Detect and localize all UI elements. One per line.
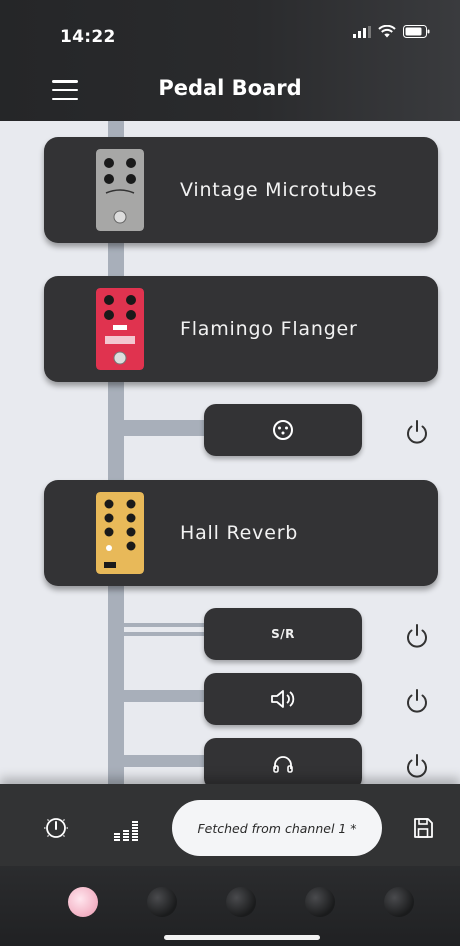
status-time: 14:22 [60, 27, 116, 47]
route-button-control[interactable] [204, 404, 362, 456]
preset-selector [0, 866, 460, 946]
send-return-label: S/R [271, 627, 295, 641]
pedal-name: Flamingo Flanger [180, 318, 358, 340]
chain-branch [124, 420, 208, 436]
home-indicator [164, 935, 320, 940]
pedal-image-pink [96, 288, 144, 370]
pedal-card-hall-reverb[interactable]: Hall Reverb [44, 480, 438, 586]
battery-icon [403, 25, 430, 38]
preset-dot-1[interactable] [68, 887, 98, 917]
level-meter-icon[interactable] [110, 812, 142, 844]
route-button-headphones[interactable] [204, 738, 362, 790]
pedal-image-silver [96, 149, 144, 231]
route-button-speaker[interactable] [204, 673, 362, 725]
preset-dot-2[interactable] [147, 887, 177, 917]
power-icon[interactable] [403, 622, 431, 650]
status-message: Fetched from channel 1 * [172, 800, 382, 856]
preset-dot-5[interactable] [384, 887, 414, 917]
wifi-icon [378, 25, 396, 38]
chain-branch [124, 690, 208, 702]
pedal-name: Hall Reverb [180, 522, 299, 544]
route-button-send-return[interactable]: S/R [204, 608, 362, 660]
chain-branch [124, 623, 208, 627]
app-header: 14:22 Pedal Board [0, 0, 460, 121]
preset-dot-4[interactable] [305, 887, 335, 917]
pedal-card-flamingo-flanger[interactable]: Flamingo Flanger [44, 276, 438, 382]
headphones-icon [273, 756, 293, 773]
power-icon[interactable] [403, 418, 431, 446]
save-icon[interactable] [411, 816, 435, 840]
status-icons [353, 25, 430, 38]
app-screen: 14:22 Pedal Board Vintage Microtubes Fla… [0, 0, 460, 946]
pedal-card-vintage-microtubes[interactable]: Vintage Microtubes [44, 137, 438, 243]
knob-icon[interactable] [40, 812, 72, 844]
chain-branch [124, 755, 208, 767]
bottom-toolbar: Fetched from channel 1 * [0, 784, 460, 866]
power-icon[interactable] [403, 752, 431, 780]
pedal-name: Vintage Microtubes [180, 179, 378, 201]
pedal-image-gold [96, 492, 144, 574]
speaker-icon [271, 690, 295, 708]
power-icon[interactable] [403, 687, 431, 715]
cellular-signal-icon [353, 25, 371, 38]
joystick-icon [273, 420, 293, 440]
page-title: Pedal Board [158, 76, 302, 100]
chain-branch [124, 632, 208, 636]
preset-dot-3[interactable] [226, 887, 256, 917]
